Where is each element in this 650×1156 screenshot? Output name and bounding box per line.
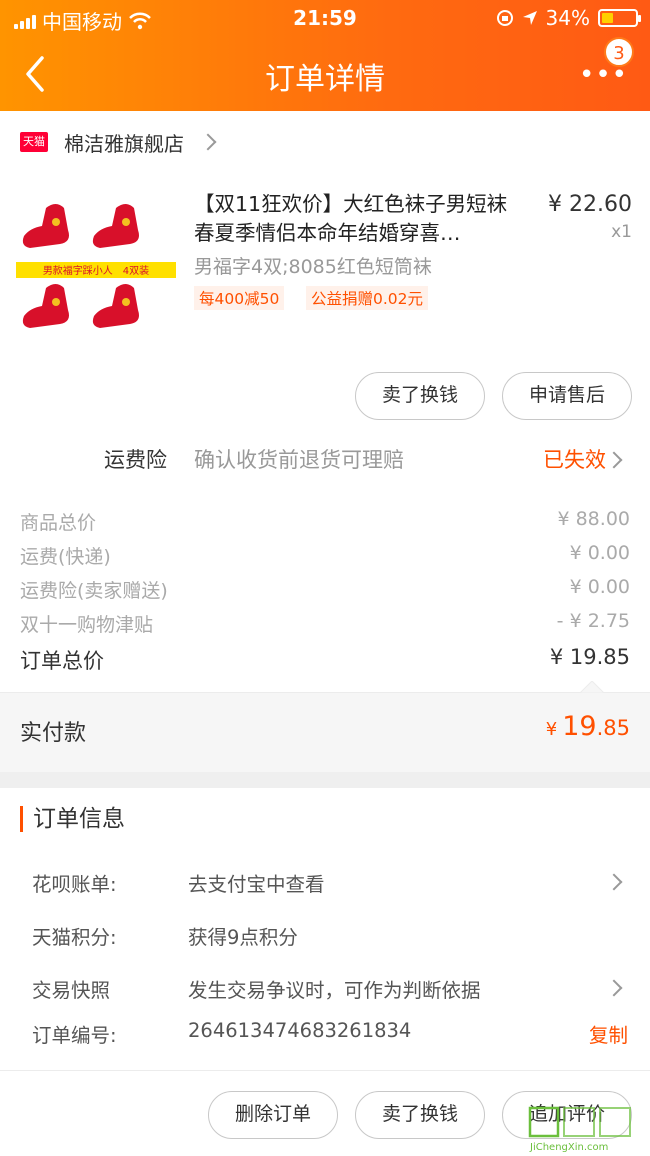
price-line: 运费险(卖家赠送) ¥ 0.00 xyxy=(20,576,630,603)
product-title: 【双11狂欢价】大红色袜子男短袜春夏季情侣本命年结婚穿喜… xyxy=(194,192,508,245)
info-key: 交易快照 xyxy=(32,979,111,1002)
product-price: ¥ 22.60 xyxy=(548,192,632,217)
price-line-label: 运费(快递) xyxy=(20,546,111,568)
info-value: 去支付宝中查看 xyxy=(188,873,325,896)
header: 中国移动 21:59 34% 订单详情 ••• 3 xyxy=(0,0,650,111)
order-total-label: 订单总价 xyxy=(20,649,104,673)
info-value: 发生交易争议时，可作为判断依据 xyxy=(188,979,481,1002)
order-total-value: ¥ 19.85 xyxy=(549,645,630,669)
status-right: 34% xyxy=(496,6,641,30)
paid-amount-row: 实付款 ¥ 19.85 xyxy=(0,681,650,772)
info-value: 获得9点积分 xyxy=(188,926,298,949)
tmall-points-row: 天猫积分: 获得9点积分 xyxy=(0,915,650,955)
sell-button[interactable]: 卖了换钱 xyxy=(355,372,485,420)
info-key: 花呗账单: xyxy=(32,873,117,896)
thumb-banner-text: 男款福字踩小人 4双装 xyxy=(43,264,149,277)
rotation-lock-icon xyxy=(496,10,513,26)
price-line-value: ¥ 0.00 xyxy=(569,576,630,598)
socks-image: 男款福字踩小人 4双装 xyxy=(16,204,176,328)
price-line-value: ¥ 88.00 xyxy=(557,508,630,530)
snapshot-row[interactable]: 交易快照 发生交易争议时，可作为判断依据 xyxy=(0,968,650,1008)
battery-percent: 34% xyxy=(545,6,590,30)
shop-row[interactable]: 天猫 棉洁雅旗舰店 xyxy=(0,111,650,173)
insurance-desc: 确认收货前退货可理赔 xyxy=(194,448,404,472)
price-line-label: 运费险(卖家赠送) xyxy=(20,580,168,602)
product-thumbnail[interactable]: 男款福字踩小人 4双装 xyxy=(16,188,176,348)
charity-tag: 公益捐赠0.02元 xyxy=(306,286,429,310)
paid-amount: ¥ 19.85 xyxy=(545,711,630,742)
order-info-title: 订单信息 xyxy=(20,806,125,832)
location-icon xyxy=(522,11,537,25)
order-number: 264613474683261834 xyxy=(188,1019,412,1042)
insurance-label: 运费险 xyxy=(104,448,167,472)
paid-label: 实付款 xyxy=(20,721,87,746)
price-line-label: 商品总价 xyxy=(20,512,97,534)
section-divider xyxy=(0,772,650,788)
price-line: 运费(快递) ¥ 0.00 xyxy=(20,542,630,569)
price-line-value: - ¥ 2.75 xyxy=(556,610,630,632)
insurance-status: 已失效 xyxy=(543,448,606,472)
chevron-right-icon xyxy=(605,451,623,469)
chevron-right-icon xyxy=(605,979,623,997)
tmall-logo-icon: 天猫 xyxy=(20,132,48,152)
product-item[interactable]: 男款福字踩小人 4双装 【双11狂欢价】大红色袜子男短袜春夏季情侣本命年结婚穿喜… xyxy=(0,176,650,356)
product-sku: 男福字4双;8085红色短筒袜 xyxy=(194,256,432,278)
price-line-label: 双十一购物津贴 xyxy=(20,614,154,636)
price-line: 双十一购物津贴 - ¥ 2.75 xyxy=(20,610,630,637)
status-bar: 中国移动 21:59 34% xyxy=(0,0,650,36)
shipping-insurance-row[interactable]: 运费险 确认收货前退货可理赔 已失效 xyxy=(0,440,650,480)
caret-up-icon xyxy=(580,681,604,693)
product-quantity: x1 xyxy=(611,222,632,242)
copy-button[interactable]: 复制 xyxy=(589,1019,628,1048)
info-key: 天猫积分: xyxy=(32,926,117,949)
page-title: 订单详情 xyxy=(265,62,385,97)
battery-icon xyxy=(598,9,641,27)
sell-button[interactable]: 卖了换钱 xyxy=(355,1091,485,1139)
price-line: 商品总价 ¥ 88.00 xyxy=(20,508,630,535)
order-number-row: 订单编号: 264613474683261834 复制 xyxy=(0,1013,650,1053)
price-line-value: ¥ 0.00 xyxy=(569,542,630,564)
promo-tag: 每400减50 xyxy=(194,286,285,310)
info-key: 订单编号: xyxy=(32,1024,117,1047)
watermark-text: JiChengXin.com xyxy=(529,1142,608,1153)
delete-order-button[interactable]: 删除订单 xyxy=(208,1091,338,1139)
nav-bar: 订单详情 ••• 3 xyxy=(0,37,650,110)
notification-badge: 3 xyxy=(604,37,634,67)
chevron-right-icon xyxy=(199,133,217,151)
shop-name: 棉洁雅旗舰店 xyxy=(64,131,184,156)
watermark-logo: JiChengXin.com xyxy=(524,1104,644,1156)
chevron-right-icon xyxy=(605,873,623,891)
after-sale-button[interactable]: 申请售后 xyxy=(502,372,632,420)
order-total: 订单总价 ¥ 19.85 xyxy=(20,645,630,675)
huabei-row[interactable]: 花呗账单: 去支付宝中查看 xyxy=(0,862,650,902)
